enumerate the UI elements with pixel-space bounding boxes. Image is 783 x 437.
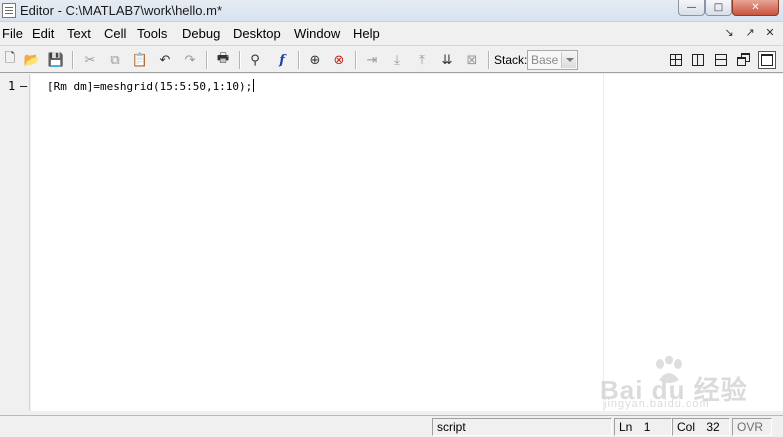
copy-icon[interactable]: ⧉ bbox=[105, 51, 125, 69]
step-out-icon[interactable]: ⤒ bbox=[412, 51, 432, 69]
float-windows-icon[interactable] bbox=[735, 51, 753, 69]
maximize-document-icon[interactable] bbox=[758, 51, 776, 69]
status-bar: script Ln 1 Col 32 OVR bbox=[0, 415, 783, 437]
window-title: Editor - C:\MATLAB7\work\hello.m* bbox=[20, 3, 223, 18]
overwrite-status: OVR bbox=[732, 418, 772, 436]
menu-debug[interactable]: Debug bbox=[182, 26, 220, 41]
step-in-icon[interactable]: ⤓ bbox=[387, 51, 407, 69]
menu-tools[interactable]: Tools bbox=[137, 26, 167, 41]
cut-icon[interactable]: ✂ bbox=[80, 51, 100, 69]
stack-label: Stack: bbox=[494, 53, 528, 67]
chevron-down-icon bbox=[561, 52, 576, 68]
dock-icon[interactable]: ↗ bbox=[741, 26, 759, 39]
ln-label: Ln bbox=[619, 420, 633, 434]
save-icon[interactable]: 💾 bbox=[46, 51, 66, 69]
breakpoint-marker[interactable]: – bbox=[20, 79, 27, 93]
paste-icon[interactable]: 📋 bbox=[130, 51, 150, 69]
toolbar-separator bbox=[355, 51, 356, 69]
col-value: 32 bbox=[706, 420, 720, 434]
line-number-gutter: 1 – bbox=[0, 74, 30, 411]
menu-file[interactable]: File bbox=[2, 26, 23, 41]
toolbar-separator bbox=[298, 51, 299, 69]
menu-text[interactable]: Text bbox=[67, 26, 91, 41]
text-caret bbox=[253, 79, 255, 92]
line-number: 1 bbox=[8, 79, 16, 93]
code-line[interactable]: [Rm dm]=meshgrid(15:5:50,1:10); bbox=[47, 79, 255, 93]
stack-dropdown-value: Base bbox=[531, 53, 559, 67]
line-status: Ln 1 bbox=[614, 418, 672, 436]
print-icon[interactable]: 🖶 bbox=[213, 51, 233, 69]
toolbar-separator bbox=[239, 51, 240, 69]
minimize-button[interactable]: — bbox=[678, 0, 705, 16]
ln-value: 1 bbox=[643, 420, 651, 434]
clear-breakpoints-icon[interactable]: ⊗ bbox=[329, 51, 349, 69]
file-type-status: script bbox=[432, 418, 612, 436]
step-icon[interactable]: ⇥ bbox=[362, 51, 382, 69]
col-label: Col bbox=[677, 420, 696, 434]
undo-icon[interactable]: ↶ bbox=[155, 51, 175, 69]
toolbar-separator bbox=[72, 51, 73, 69]
close-editor-icon[interactable]: ✕ bbox=[761, 26, 779, 39]
watermark-url: jingyan.baidu.com bbox=[604, 398, 710, 410]
code-text: [Rm dm]=meshgrid(15:5:50,1:10); bbox=[47, 80, 253, 93]
column-status: Col 32 bbox=[672, 418, 730, 436]
exit-debug-icon[interactable]: ⊠ bbox=[462, 51, 482, 69]
redo-icon[interactable]: ↷ bbox=[180, 51, 200, 69]
maximize-button[interactable]: □ bbox=[705, 0, 732, 16]
menu-cell[interactable]: Cell bbox=[104, 26, 126, 41]
close-window-button[interactable]: ✕ bbox=[732, 0, 779, 16]
menu-help[interactable]: Help bbox=[353, 26, 380, 41]
undock-icon[interactable]: ↘ bbox=[720, 26, 738, 39]
title-bar: Editor - C:\MATLAB7\work\hello.m* — □ ✕ bbox=[0, 0, 783, 22]
toolbar-separator bbox=[488, 51, 489, 69]
function-browser-icon[interactable]: f bbox=[272, 51, 292, 69]
code-editor[interactable]: [Rm dm]=meshgrid(15:5:50,1:10); Bai du 经… bbox=[31, 74, 783, 411]
stack-dropdown[interactable]: Base bbox=[527, 50, 578, 70]
menu-desktop[interactable]: Desktop bbox=[233, 26, 281, 41]
new-file-icon[interactable]: 🗋 bbox=[0, 51, 20, 69]
menu-window[interactable]: Window bbox=[294, 26, 340, 41]
open-folder-icon[interactable]: 📂 bbox=[22, 51, 42, 69]
run-icon[interactable]: ⇊ bbox=[437, 51, 457, 69]
top-bottom-split-icon[interactable] bbox=[712, 51, 730, 69]
editor-app-icon bbox=[2, 3, 16, 18]
find-binoculars-icon[interactable]: ⚲ bbox=[245, 51, 265, 69]
toolbar-separator bbox=[206, 51, 207, 69]
menu-bar: File Edit Text Cell Tools Debug Desktop … bbox=[0, 22, 783, 46]
left-right-split-icon[interactable] bbox=[689, 51, 707, 69]
menu-edit[interactable]: Edit bbox=[32, 26, 54, 41]
baidu-watermark: Bai du 经验 jingyan.baidu.com bbox=[600, 356, 750, 412]
toolbar: 🗋 📂 💾 ✂ ⧉ 📋 ↶ ↷ 🖶 ⚲ f ⊕ ⊗ ⇥ ⤓ ⤒ ⇊ ⊠ Stac… bbox=[0, 47, 783, 73]
tile-layout-icon[interactable] bbox=[667, 51, 685, 69]
set-breakpoint-icon[interactable]: ⊕ bbox=[305, 51, 325, 69]
